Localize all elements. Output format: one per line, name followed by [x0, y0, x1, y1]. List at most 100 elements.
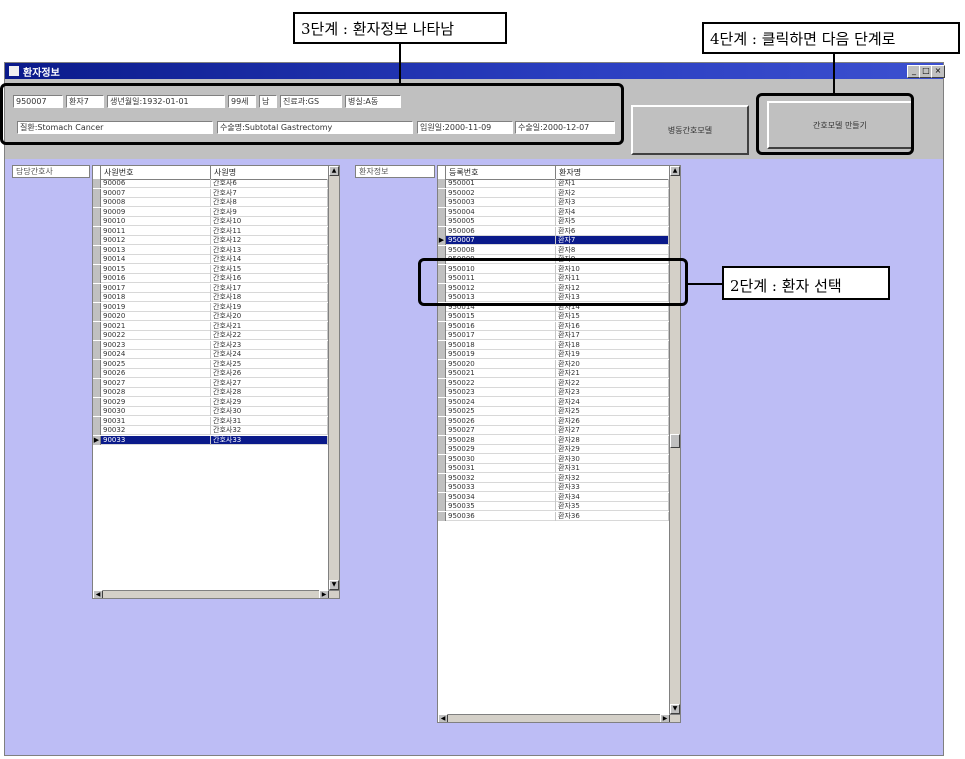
patient-id-cell[interactable]: 950007: [446, 236, 556, 245]
row-selector[interactable]: [438, 407, 446, 416]
patient-name-cell[interactable]: 환자17: [556, 331, 669, 340]
patient-grid[interactable]: 등록번호 환자명 950001 환자1 950002 환자2 950003 환자3 9500…: [437, 165, 681, 723]
nurse-id-cell[interactable]: 90018: [101, 293, 211, 302]
patient-row[interactable]: 950019 환자19: [438, 350, 669, 359]
nurse-id-cell[interactable]: 90026: [101, 369, 211, 378]
row-selector[interactable]: [438, 502, 446, 511]
nurse-id-cell[interactable]: 90019: [101, 302, 211, 312]
nurse-id-cell[interactable]: 90011: [101, 226, 211, 236]
nurse-name-cell[interactable]: 간호사17: [211, 283, 328, 293]
row-selector[interactable]: [93, 369, 101, 378]
row-selector[interactable]: [93, 264, 101, 274]
patient-row[interactable]: 950008 환자8: [438, 245, 669, 255]
patient-row[interactable]: 950031 환자31: [438, 464, 669, 473]
nurse-id-cell[interactable]: 90008: [101, 198, 211, 207]
nurse-row[interactable]: 90014 간호사14: [93, 255, 328, 264]
row-selector[interactable]: [93, 236, 101, 245]
patient-name-cell[interactable]: 환자8: [556, 245, 669, 255]
scroll-up-icon[interactable]: ▲: [670, 166, 680, 176]
nurse-id-cell[interactable]: 90021: [101, 321, 211, 331]
patient-id-cell[interactable]: 950029: [446, 445, 556, 454]
nurse-row[interactable]: 90007 간호사7: [93, 188, 328, 198]
nurse-row[interactable]: 90019 간호사19: [93, 302, 328, 312]
row-selector[interactable]: [438, 426, 446, 435]
patient-name-cell[interactable]: 환자33: [556, 483, 669, 492]
scroll-up-icon[interactable]: ▲: [329, 166, 339, 176]
column-header-registration-no[interactable]: 등록번호: [446, 166, 556, 179]
patient-row[interactable]: 950004 환자4: [438, 207, 669, 217]
nurse-name-cell[interactable]: 간호사8: [211, 198, 328, 207]
nurse-row[interactable]: 90016 간호사16: [93, 274, 328, 283]
patient-name-cell[interactable]: 환자2: [556, 188, 669, 198]
nurse-id-cell[interactable]: 90014: [101, 255, 211, 264]
column-header-patient-name[interactable]: 환자명: [556, 166, 671, 179]
nurse-row[interactable]: ▶ 90033 간호사33: [93, 435, 328, 445]
row-selector[interactable]: [93, 331, 101, 340]
nurse-name-cell[interactable]: 간호사22: [211, 331, 328, 340]
nurse-id-cell[interactable]: 90009: [101, 207, 211, 217]
nurse-row[interactable]: 90027 간호사27: [93, 378, 328, 388]
tab-patient-info[interactable]: 환자정보: [355, 165, 435, 178]
patient-id-cell[interactable]: 950003: [446, 198, 556, 207]
scroll-down-icon[interactable]: ▼: [670, 704, 680, 714]
nurse-id-cell[interactable]: 90017: [101, 283, 211, 293]
patient-id-cell[interactable]: 950030: [446, 454, 556, 464]
nurse-id-cell[interactable]: 90013: [101, 245, 211, 255]
patient-row[interactable]: 950028 환자28: [438, 435, 669, 445]
row-selector[interactable]: [93, 188, 101, 198]
row-selector[interactable]: [93, 321, 101, 331]
nurse-name-cell[interactable]: 간호사12: [211, 236, 328, 245]
row-selector[interactable]: [93, 293, 101, 302]
row-selector[interactable]: [93, 397, 101, 407]
patient-name-cell[interactable]: 환자4: [556, 207, 669, 217]
patient-name-cell[interactable]: 환자20: [556, 359, 669, 369]
scroll-right-icon[interactable]: ▶: [660, 714, 670, 722]
row-selector[interactable]: [93, 302, 101, 312]
patient-name-cell[interactable]: 환자31: [556, 464, 669, 473]
nurse-row[interactable]: 90022 간호사22: [93, 331, 328, 340]
nurse-name-cell[interactable]: 간호사27: [211, 378, 328, 388]
tab-nurse-in-charge[interactable]: 담당간호사: [12, 165, 90, 178]
row-selector[interactable]: [438, 416, 446, 426]
scroll-down-icon[interactable]: ▼: [329, 580, 339, 590]
row-selector[interactable]: [438, 369, 446, 378]
nurse-name-cell[interactable]: 간호사32: [211, 426, 328, 435]
row-selector[interactable]: ▶: [438, 236, 446, 245]
patient-name-cell[interactable]: 환자34: [556, 492, 669, 502]
nurse-name-cell[interactable]: 간호사11: [211, 226, 328, 236]
nurse-row[interactable]: 90015 간호사15: [93, 264, 328, 274]
patient-row[interactable]: 950036 환자36: [438, 511, 669, 521]
patient-id-cell[interactable]: 950016: [446, 321, 556, 331]
row-selector[interactable]: [438, 312, 446, 321]
nurse-id-cell[interactable]: 90015: [101, 264, 211, 274]
patient-name-cell[interactable]: 환자23: [556, 388, 669, 397]
patient-row[interactable]: 950035 환자35: [438, 502, 669, 511]
nurse-grid-hscrollbar[interactable]: ◀ ▶: [93, 590, 339, 598]
patient-id-cell[interactable]: 950025: [446, 407, 556, 416]
patient-id-cell[interactable]: 950021: [446, 369, 556, 378]
row-selector[interactable]: [93, 340, 101, 350]
nurse-id-cell[interactable]: 90024: [101, 350, 211, 359]
nurse-row[interactable]: 90017 간호사17: [93, 283, 328, 293]
nurse-row[interactable]: 90023 간호사23: [93, 340, 328, 350]
row-selector[interactable]: [438, 511, 446, 521]
patient-id-cell[interactable]: 950006: [446, 226, 556, 236]
nurse-grid[interactable]: 사원번호 사원명 90006 간호사6 90007 간호사7 90008 간호사8 9000…: [92, 165, 340, 599]
patient-row[interactable]: 950032 환자32: [438, 473, 669, 483]
row-selector[interactable]: [93, 274, 101, 283]
patient-name-cell[interactable]: 환자22: [556, 378, 669, 388]
patient-id-cell[interactable]: 950024: [446, 397, 556, 407]
scroll-left-icon[interactable]: ◀: [438, 714, 448, 722]
nurse-id-cell[interactable]: 90027: [101, 378, 211, 388]
patient-id-cell[interactable]: 950032: [446, 473, 556, 483]
patient-id-cell[interactable]: 950005: [446, 217, 556, 226]
patient-id-cell[interactable]: 950022: [446, 378, 556, 388]
row-selector[interactable]: [93, 388, 101, 397]
patient-name-cell[interactable]: 환자16: [556, 321, 669, 331]
nurse-id-cell[interactable]: 90030: [101, 407, 211, 416]
patient-id-cell[interactable]: 950028: [446, 435, 556, 445]
patient-id-cell[interactable]: 950020: [446, 359, 556, 369]
patient-name-cell[interactable]: 환자27: [556, 426, 669, 435]
nurse-row[interactable]: 90030 간호사30: [93, 407, 328, 416]
row-selector[interactable]: [438, 445, 446, 454]
